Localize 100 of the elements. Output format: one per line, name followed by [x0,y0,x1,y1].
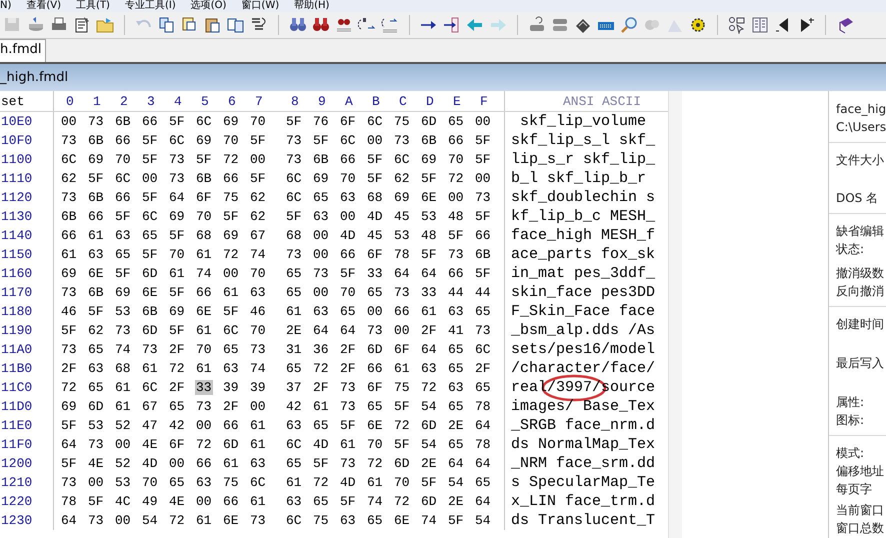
hex-byte[interactable]: 6E [393,513,411,528]
hex-byte[interactable]: 61 [195,247,213,262]
hex-byte[interactable]: 75 [312,513,330,528]
hex-byte[interactable]: 72 [168,513,186,528]
hex-byte[interactable]: 63 [285,418,303,433]
hex-byte[interactable]: 2E [285,323,303,338]
hex-byte[interactable]: 63 [312,209,330,224]
hex-byte[interactable]: 70 [366,437,384,452]
hex-byte[interactable]: 64 [393,266,411,281]
hex-byte[interactable]: 5F [312,456,330,471]
hex-byte[interactable]: 70 [249,266,267,281]
hex-byte[interactable]: 69 [420,152,438,167]
hex-byte[interactable]: 64 [447,456,465,471]
menu-item[interactable]: 选项(O) [190,0,242,12]
hex-byte[interactable]: 64 [420,266,438,281]
hex-byte[interactable]: 2E [420,456,438,471]
hex-byte[interactable]: 74 [420,513,438,528]
hex-byte[interactable]: 5F [141,133,159,148]
hex-byte[interactable]: 63 [249,456,267,471]
hex-byte[interactable]: 4D [312,437,330,452]
hex-byte[interactable]: 54 [420,437,438,452]
hex-byte[interactable]: 65 [285,456,303,471]
hex-byte[interactable]: 4D [339,228,357,243]
hex-byte[interactable]: 53 [114,304,132,319]
hex-byte[interactable]: 00 [195,418,213,433]
hex-byte[interactable]: 6B [420,133,438,148]
hex-byte[interactable]: 5F [114,266,132,281]
hex-byte[interactable]: 6C [339,133,357,148]
hex-byte[interactable]: 2E [447,418,465,433]
hex-byte[interactable]: 73 [339,456,357,471]
hex-byte[interactable]: 00 [312,285,330,300]
hex-byte[interactable]: 66 [87,209,105,224]
menu-item[interactable]: 专业工具(I) [124,0,191,12]
hex-byte[interactable]: 61 [222,456,240,471]
hex-byte[interactable]: 45 [366,228,384,243]
hex-byte[interactable]: 52 [114,418,132,433]
hex-byte[interactable]: 63 [87,361,105,376]
hex-byte[interactable]: 75 [222,190,240,205]
menu-item[interactable]: N) [0,0,26,12]
hex-byte[interactable]: 61 [87,228,105,243]
hex-byte[interactable]: 73 [447,247,465,262]
hex-byte[interactable]: 5F [168,285,186,300]
hex-byte[interactable]: 73 [393,133,411,148]
hex-byte[interactable]: 73 [141,342,159,357]
hex-byte[interactable]: 66 [60,228,78,243]
hex-byte[interactable]: 31 [285,342,303,357]
hex-byte[interactable]: 62 [249,190,267,205]
hex-byte[interactable]: 39 [249,380,267,395]
hex-byte[interactable]: 6D [87,399,105,414]
hex-byte[interactable]: 63 [195,475,213,490]
hex-byte[interactable]: 61 [114,380,132,395]
hex-byte[interactable]: 5F [222,304,240,319]
hex-byte[interactable]: 5F [420,247,438,262]
hex-byte[interactable]: 66 [366,361,384,376]
hex-byte[interactable]: 66 [141,114,159,129]
hex-byte[interactable]: 6F [366,247,384,262]
hex-byte[interactable]: 76 [312,114,330,129]
hex-byte[interactable]: 65 [312,494,330,509]
hex-byte[interactable]: 6D [141,266,159,281]
hex-byte[interactable]: 78 [393,247,411,262]
hex-byte[interactable]: 65 [474,475,492,490]
hex-byte[interactable]: 5F [168,323,186,338]
hex-byte[interactable]: 5F [141,247,159,262]
hex-byte[interactable]: 39 [222,380,240,395]
hex-byte[interactable]: 72 [222,247,240,262]
hex-byte[interactable]: 65 [141,228,159,243]
hex-byte[interactable]: 73 [87,513,105,528]
hex-byte[interactable]: 61 [285,475,303,490]
hex-byte[interactable]: 66 [195,456,213,471]
hex-byte[interactable]: 74 [114,342,132,357]
hex-byte[interactable]: 78 [60,494,78,509]
hex-byte[interactable]: 49 [141,494,159,509]
hex-byte[interactable]: 00 [393,323,411,338]
hex-byte[interactable]: 5F [141,190,159,205]
hex-byte[interactable]: 61 [285,304,303,319]
hex-byte[interactable]: 70 [168,247,186,262]
hex-byte[interactable]: 5F [87,171,105,186]
hex-byte[interactable]: 65 [312,190,330,205]
hex-byte[interactable]: 6E [195,304,213,319]
hex-byte[interactable]: 73 [60,342,78,357]
hex-byte[interactable]: 5F [474,152,492,167]
hex-byte[interactable]: 46 [249,304,267,319]
hex-byte[interactable]: 6C [285,513,303,528]
hex-byte[interactable]: 68 [366,190,384,205]
hex-byte[interactable]: 6C [141,380,159,395]
hex-byte[interactable]: 65 [87,380,105,395]
hex-byte[interactable]: 5F [393,437,411,452]
hex-byte[interactable]: 70 [141,475,159,490]
hex-byte[interactable]: 5F [168,228,186,243]
hex-byte[interactable]: 70 [249,323,267,338]
hex-byte[interactable]: 48 [447,209,465,224]
hex-byte[interactable]: 6C [114,171,132,186]
hex-byte[interactable]: 72 [366,456,384,471]
hex-byte[interactable]: 72 [447,171,465,186]
hex-byte[interactable]: 61 [114,399,132,414]
hex-byte[interactable]: 2E [447,494,465,509]
hex-byte[interactable]: 6B [60,209,78,224]
hex-byte[interactable]: 73 [60,190,78,205]
hex-byte[interactable]: 63 [87,247,105,262]
hex-byte[interactable]: 73 [60,285,78,300]
